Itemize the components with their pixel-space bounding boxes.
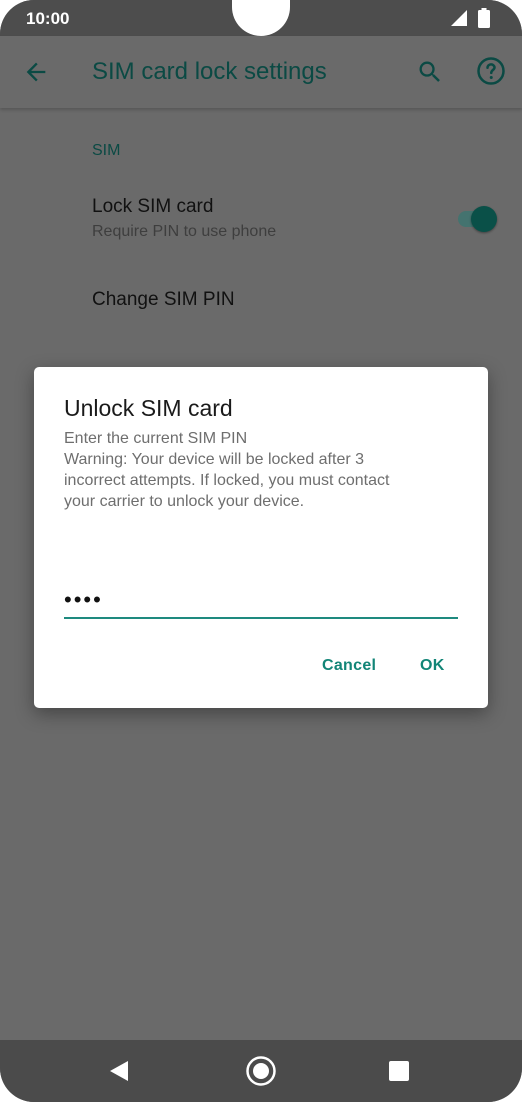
signal-icon bbox=[451, 10, 467, 26]
battery-icon bbox=[478, 8, 490, 28]
camera-notch bbox=[232, 0, 290, 36]
ok-button[interactable]: OK bbox=[420, 657, 445, 675]
dialog-message-line: Enter the current SIM PIN bbox=[64, 430, 248, 447]
change-sim-pin-title: Change SIM PIN bbox=[92, 289, 235, 310]
dialog-message-line: incorrect attempts. If locked, you must … bbox=[64, 472, 390, 489]
page-title: SIM card lock settings bbox=[92, 58, 327, 85]
section-header-sim: SIM bbox=[92, 142, 121, 159]
lock-sim-card-title: Lock SIM card bbox=[92, 196, 214, 217]
nav-back-icon[interactable] bbox=[108, 1060, 130, 1082]
dialog-message-line: your carrier to unlock your device. bbox=[64, 493, 305, 510]
app-bar: SIM card lock settings bbox=[0, 36, 522, 108]
help-icon[interactable] bbox=[476, 56, 506, 86]
phone-screen: 10:00 SIM card lock settings SIM Lock SI… bbox=[0, 0, 522, 1102]
unlock-sim-dialog: Unlock SIM card Enter the current SIM PI… bbox=[34, 367, 488, 708]
pin-input[interactable]: •••• bbox=[64, 585, 458, 619]
lock-sim-toggle[interactable] bbox=[456, 204, 500, 234]
lock-sim-card-summary: Require PIN to use phone bbox=[92, 223, 277, 240]
dialog-message-line: Warning: Your device will be locked afte… bbox=[64, 451, 365, 468]
search-icon[interactable] bbox=[416, 58, 444, 86]
nav-recents-icon[interactable] bbox=[389, 1061, 409, 1081]
dialog-message: Enter the current SIM PIN Warning: Your … bbox=[64, 428, 464, 512]
status-time: 10:00 bbox=[26, 9, 70, 28]
toggle-thumb bbox=[471, 206, 497, 232]
navigation-bar bbox=[0, 1040, 522, 1102]
cancel-button[interactable]: Cancel bbox=[322, 657, 376, 675]
arrow-back-icon[interactable] bbox=[22, 58, 50, 86]
status-bar: 10:00 bbox=[0, 0, 522, 36]
dialog-title: Unlock SIM card bbox=[64, 395, 233, 421]
nav-home-icon[interactable] bbox=[244, 1054, 278, 1088]
